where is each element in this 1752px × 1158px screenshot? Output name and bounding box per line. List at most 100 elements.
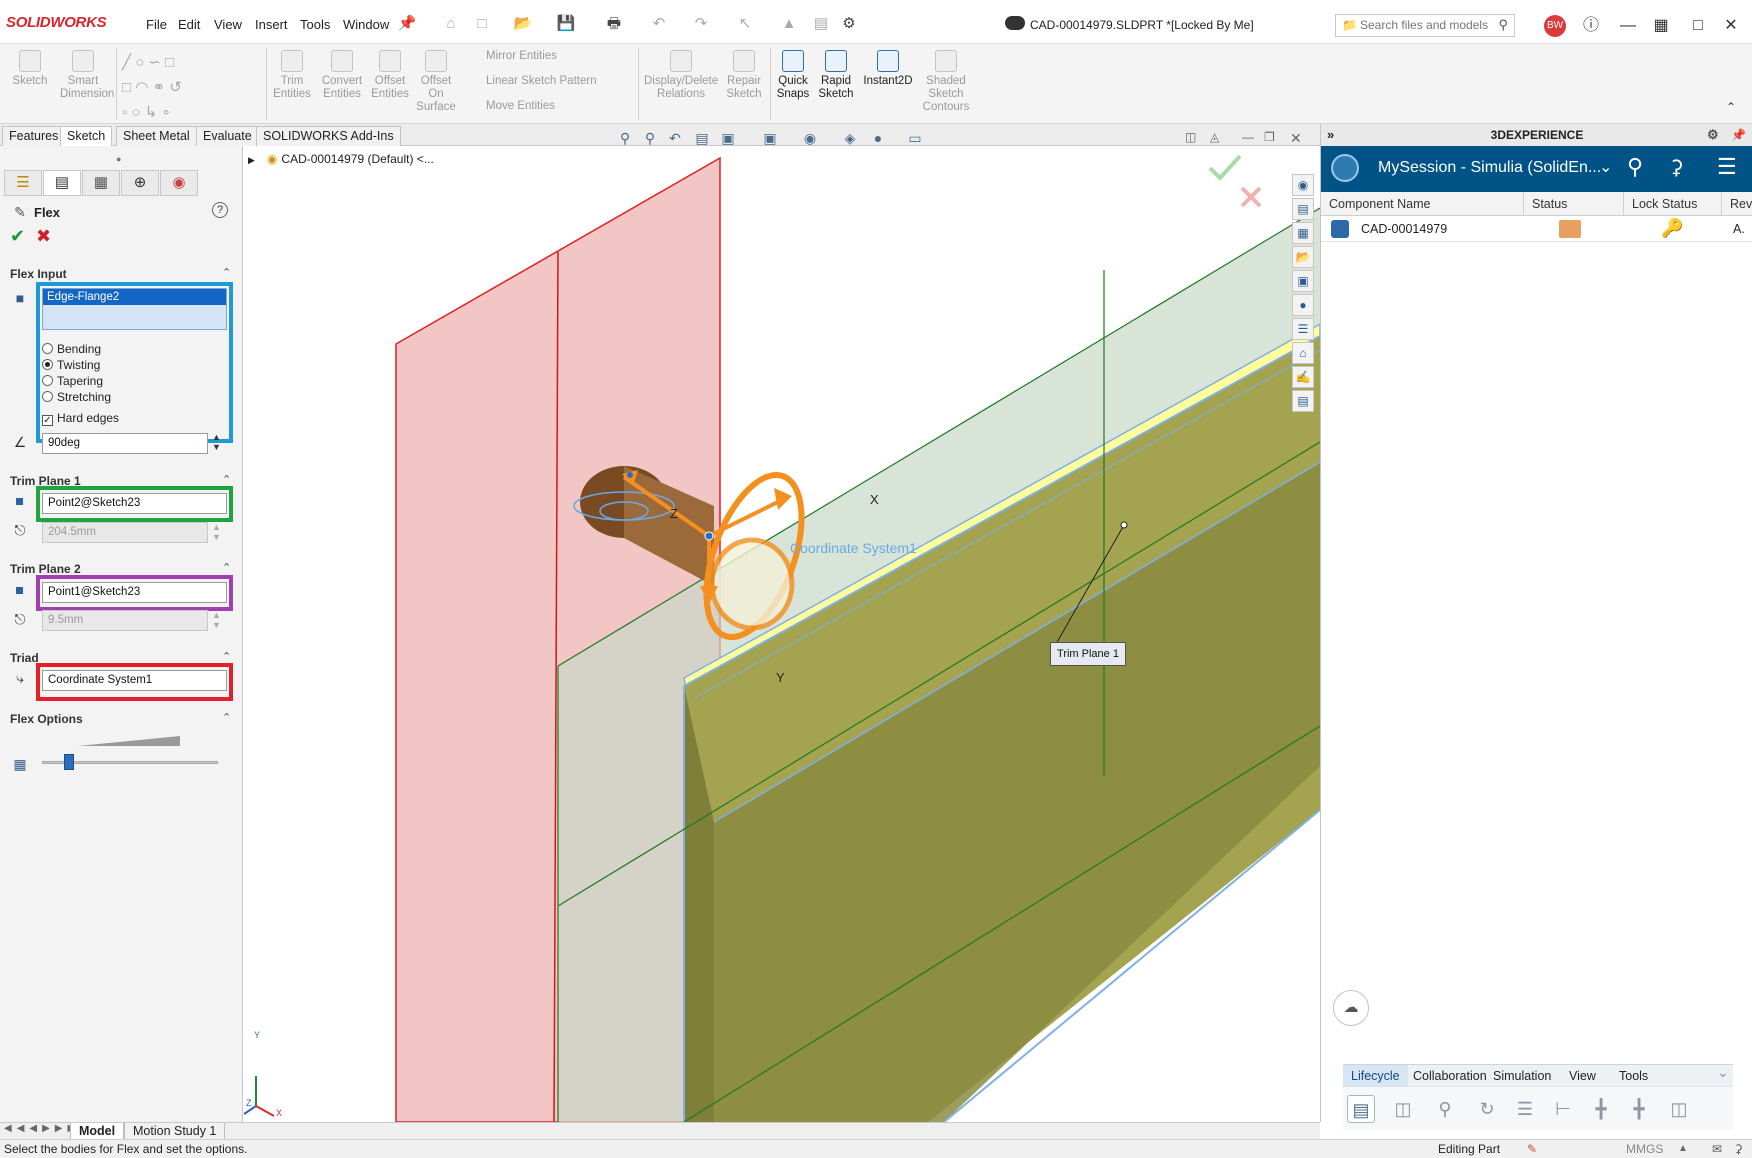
dynamic-annotation-icon[interactable]: ▣ [718,128,738,148]
section-view-icon[interactable]: ▤ [692,128,712,148]
session-title[interactable]: MySession - Simulia (SolidEn... [1378,159,1601,177]
tab-view[interactable]: View [1561,1065,1604,1087]
vp-close-icon[interactable]: ✕ [1290,130,1302,147]
tab-tools[interactable]: Tools [1611,1065,1656,1087]
trim-plane-callout[interactable]: Trim Plane 1 [1050,642,1126,666]
tab-motion-study-1[interactable]: Motion Study 1 [124,1123,226,1140]
add-branch-icon[interactable]: ╋ [1587,1095,1615,1123]
display-tab[interactable]: ◉ [160,170,198,196]
collapse-ribbon-icon[interactable]: ⌃ [1726,100,1736,114]
print-icon[interactable]: 🖶 [603,14,625,34]
marketplace-icon[interactable]: ▤ [1292,390,1314,412]
tab-addins[interactable]: SOLIDWORKS Add-Ins [256,126,401,146]
table-row[interactable]: CAD-00014979 🔑 A. [1321,216,1752,242]
quick-snaps-button[interactable]: Quick Snaps [772,50,814,101]
vp-restore-icon[interactable]: ❐ [1264,130,1275,144]
help-icon[interactable]: ? [212,202,228,218]
help-icon[interactable]: ⓘ [1578,14,1604,38]
feature-tree-tab[interactable]: ☰ [4,170,42,196]
tab-collaboration[interactable]: Collaboration [1405,1065,1495,1087]
save-to-platform-icon[interactable]: ▤ [1347,1095,1375,1123]
menu-file[interactable]: File [146,17,167,32]
search-input[interactable] [1360,15,1510,35]
search-icon[interactable]: ⚲ [1498,17,1508,33]
solidworks-resources-icon[interactable]: ◉ [1292,174,1314,196]
splitter-handle[interactable]: ● [116,154,121,164]
instant2d-button[interactable]: Instant2D [860,50,916,88]
col-component-name[interactable]: Component Name [1321,192,1524,216]
bodies-list[interactable]: Edge-Flange2 [42,288,227,330]
zoom-search-icon[interactable]: ⚲ [1431,1095,1459,1123]
forum-icon[interactable]: ✍ [1292,366,1314,388]
view-settings-icon[interactable]: ▭ [905,128,925,148]
offset-entities-button[interactable]: Offset Entities [368,50,412,101]
collapse-icon[interactable]: ⌃ [222,650,231,663]
add-child-icon[interactable]: ⊢ [1549,1095,1577,1123]
tab-simulation[interactable]: Simulation [1485,1065,1559,1087]
tab-features[interactable]: Features [2,126,66,146]
tab-sheet-metal[interactable]: Sheet Metal [116,126,197,146]
redo-icon[interactable]: ↷ [690,14,712,34]
tag-icon[interactable]: ⚳ [1734,1140,1743,1158]
pin-icon[interactable]: 📌 [396,14,418,34]
col-status[interactable]: Status [1524,192,1624,216]
open-icon[interactable]: 📂 [512,14,534,34]
sketch-entity-tools[interactable]: ╱ ○ ∽ □ □ ◠ ⚭ ↺ ▫ ○ ↳ ∘ [122,50,252,125]
tile-left-icon[interactable]: ◫ [1185,130,1196,144]
display-style-icon[interactable]: ◉ [800,128,820,148]
database-icon[interactable]: ◫ [1389,1095,1417,1123]
close-button[interactable]: ✕ [1718,14,1744,38]
maximize-button[interactable]: □ [1685,14,1711,38]
trim-plane-2-point[interactable]: Point1@Sketch23 [42,582,227,603]
chevron-down-icon[interactable]: ⌄ [1599,157,1612,177]
convert-entities-button[interactable]: Convert Entities [318,50,366,101]
tile-right-icon[interactable]: ◬ [1210,130,1219,144]
file-explorer-icon[interactable]: ▦ [1292,222,1314,244]
minimize-button[interactable]: — [1615,14,1641,38]
file-properties-icon[interactable]: ▤ [810,14,832,34]
vp-minimize-icon[interactable]: — [1242,130,1254,144]
hard-edges-checkbox[interactable]: ✓ Hard edges [42,411,119,426]
triad-header[interactable]: Triad [10,651,39,665]
col-lock-status[interactable]: Lock Status [1624,192,1722,216]
radio-stretching[interactable]: Stretching [42,390,111,404]
col-rev[interactable]: Rev [1722,192,1752,216]
radio-twisting[interactable]: Twisting [42,358,100,372]
menu-window[interactable]: Window [343,17,389,32]
gear-icon[interactable]: ⚙ [838,14,860,34]
3dexperience-home-icon[interactable]: ⌂ [1292,342,1314,364]
tile-button[interactable]: ▦ [1648,14,1674,38]
chat-icon[interactable]: ✉ [1712,1140,1722,1158]
radio-bending[interactable]: Bending [42,342,101,356]
search-icon[interactable]: ⚲ [1627,154,1643,180]
offset-on-surface-button[interactable]: Offset On Surface [414,50,458,114]
units-label[interactable]: MMGS [1626,1140,1663,1158]
rapid-sketch-button[interactable]: Rapid Sketch [816,50,856,101]
accuracy-slider-thumb[interactable] [63,754,74,770]
save-icon[interactable]: 💾 [555,14,577,34]
undo-icon[interactable]: ↶ [648,14,670,34]
trim-plane-2-header[interactable]: Trim Plane 2 [10,562,81,576]
zoom-to-fit-icon[interactable]: ⚲ [615,128,635,148]
menu-edit[interactable]: Edit [178,17,200,32]
search-box[interactable]: 📁 ⚲ [1335,14,1515,37]
menu-icon[interactable]: ☰ [1717,154,1737,180]
collapse-tabs-icon[interactable]: ⌄ [1717,1064,1729,1081]
menu-view[interactable]: View [214,17,242,32]
breadcrumb[interactable]: ▶ ◉ CAD-00014979 (Default) <... [248,152,434,166]
repair-sketch-button[interactable]: Repair Sketch [722,50,766,101]
rebuild-icon[interactable]: ▲ [778,14,800,34]
units-up-icon[interactable]: ▲ [1678,1140,1688,1158]
sketch-button[interactable]: Sketch [10,50,50,88]
view-orientation-icon[interactable]: ▣ [760,128,780,148]
pin-icon[interactable]: 📌 [1731,124,1746,146]
edit-appearance-icon[interactable]: ● [868,128,888,148]
tab-evaluate[interactable]: Evaluate [196,126,259,146]
rebuild-status-icon[interactable]: ✎ [1527,1140,1537,1158]
tab-sketch[interactable]: Sketch [60,126,113,146]
linear-sketch-pattern-button[interactable]: Linear Sketch Pattern [486,75,597,87]
smart-dimension-button[interactable]: Smart Dimension [60,50,114,101]
radio-tapering[interactable]: Tapering [42,374,103,388]
structure-icon[interactable]: ☰ [1511,1095,1539,1123]
zoom-area-icon[interactable]: ⚲ [640,128,660,148]
